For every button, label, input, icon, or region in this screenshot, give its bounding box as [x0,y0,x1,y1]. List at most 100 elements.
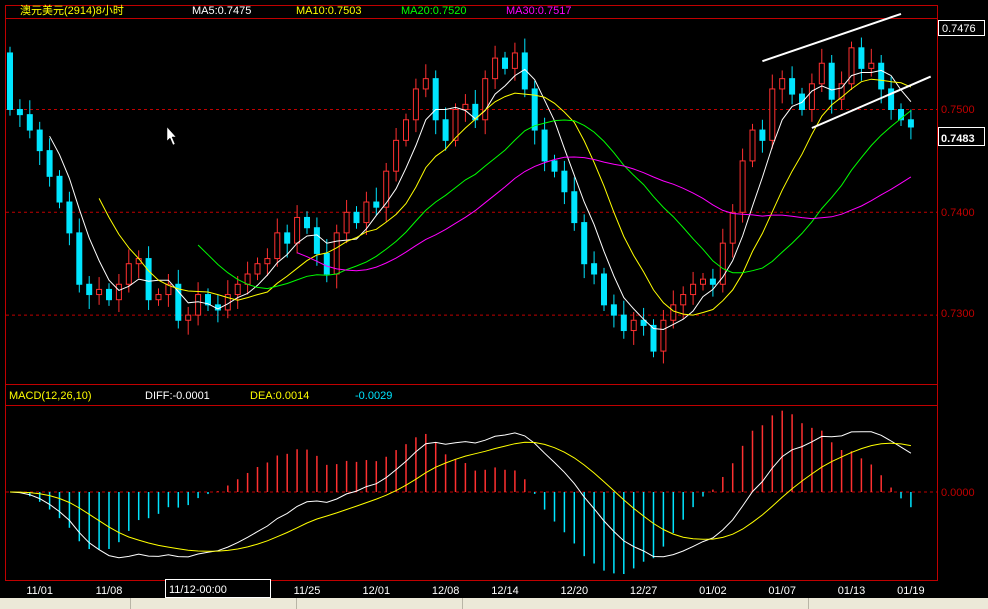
candle-up [680,294,687,306]
time-axis: 11/0111/08111/2512/0112/0812/1412/2012/2… [26,585,924,597]
price-tick-label: 0.7500 [941,104,975,116]
dea-label: DEA:0.0014 [250,390,309,402]
price-axis: 0.7500 0.7400 0.7300 0.7476 0.7483 0.000… [938,20,985,499]
time-tick-label: 01/13 [838,585,866,597]
candle-up [700,278,706,285]
candle-down [650,324,657,352]
candle-down [828,62,835,100]
candle-up [274,232,281,260]
candle-down [353,211,360,224]
candle-down [373,201,380,208]
candle-down [304,216,310,229]
time-tick-label: 01/19 [897,585,925,597]
time-tick-label: 11/08 [96,585,123,597]
candle-up [264,258,271,265]
candle-up [115,283,122,301]
candle-down [106,288,112,301]
price-tick-label: 0.7400 [941,207,975,219]
candle-down [581,222,588,265]
time-tick-label: 12/27 [630,585,658,597]
candle-up [96,288,103,296]
candle-up [422,78,429,90]
chart-canvas[interactable]: 澳元美元(2914)8小时 MA5:0.7475 MA10:0.7503 MA2… [0,0,988,609]
ma30-label: MA30:0.7517 [506,5,571,17]
candle-up [254,263,261,275]
candle-up [511,52,518,69]
candle-down [284,232,291,244]
candle-up [690,283,697,296]
ma5-label: MA5:0.7475 [192,5,251,17]
candle-down [601,273,607,306]
status-cell [463,598,809,609]
candle-up [363,201,370,224]
macd-name-label: MACD(12,26,10) [9,390,92,402]
frame-border [5,5,938,581]
candle-down [610,304,617,316]
macd-header: MACD(12,26,10) DIFF:-0.0001 DEA:0.0014 -… [9,390,392,402]
grid-lines [6,109,937,493]
candle-down [620,314,627,332]
candle-down [561,170,568,193]
candle-up [383,170,390,208]
candle-up [403,119,409,141]
candle-down [907,119,914,128]
candle-up [244,273,251,285]
candle-up [333,232,340,275]
last-price-value: 0.7483 [941,133,975,145]
candle-up [492,57,499,80]
candle-down [145,258,152,301]
status-cell [131,598,297,609]
candle-up [719,242,726,285]
diff-line [9,431,912,559]
trendline [762,12,902,63]
candle-up [868,62,875,69]
mouse-pointer-icon [166,126,177,146]
candle-down [432,78,439,121]
ma10-line [98,78,912,316]
candle-up [393,139,400,172]
candle-down [858,47,865,69]
dea-line [9,441,911,552]
time-tick-label: 12/08 [432,585,460,597]
candle-up [185,314,192,321]
time-tick-label: 11/25 [294,585,321,597]
candle-up [808,83,815,110]
candle-up [739,160,746,213]
candle-up [343,211,350,234]
cursor-time-label: 11/12-00:00 [169,584,227,596]
candle-up [125,263,132,285]
time-tick-label: 01/02 [699,585,727,597]
time-tick-label: 12/14 [491,585,519,597]
candle-up [482,78,489,121]
candle-up [818,62,825,85]
macd-zero-label: 0.0000 [941,487,975,499]
cursor-time-box: 11/12-00:00 [165,579,271,598]
candle-down [26,114,33,131]
candle-up [729,211,736,244]
candle-up [234,283,241,296]
status-cell [0,598,131,609]
status-bar [0,598,988,609]
candle-down [36,129,43,152]
ma20-label: MA20:0.7520 [401,5,466,17]
diff-label: DIFF:-0.0001 [145,390,210,402]
ma10-label: MA10:0.7503 [296,5,361,17]
candle-down [56,175,63,203]
candle-down [878,62,885,90]
candle-down [789,78,796,95]
candle-down [571,191,578,224]
candle-down [76,232,83,285]
candle-down [313,227,320,254]
candle-down [541,129,548,162]
candle-up [670,304,677,321]
candle-up [195,294,202,316]
candle-down [759,129,766,141]
high-price-value: 0.7476 [942,23,976,35]
candle-up [660,319,667,352]
macd-value-label: -0.0029 [355,390,392,402]
time-tick-label: 11/01 [26,585,53,597]
candle-up [155,294,162,301]
candle-down [7,52,13,110]
candle-up [769,88,776,141]
candle-up [630,319,637,332]
